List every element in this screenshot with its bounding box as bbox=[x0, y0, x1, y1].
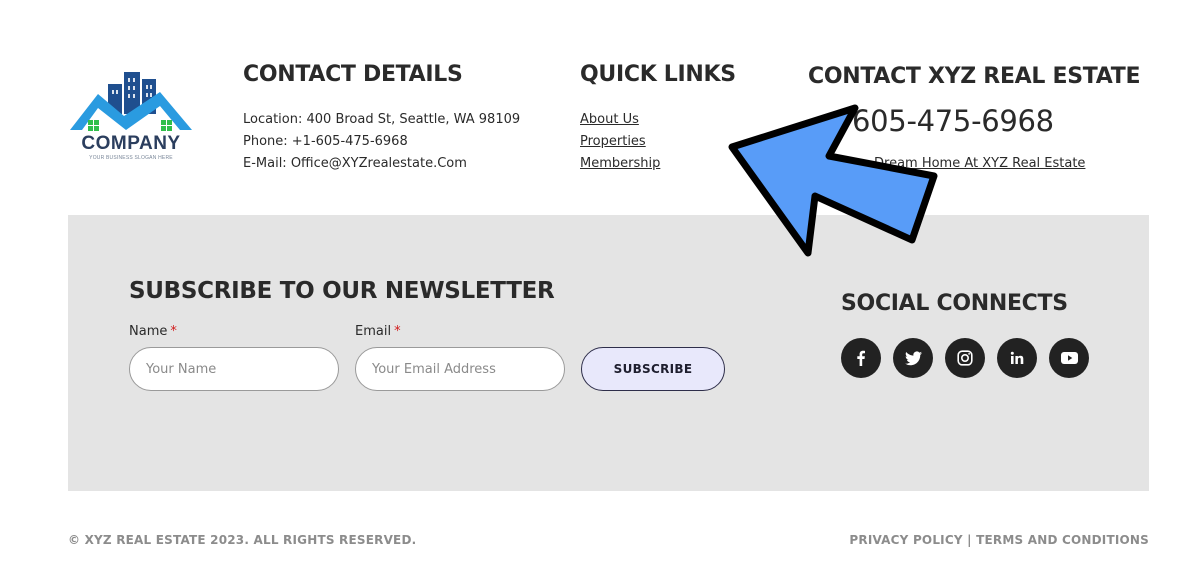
legal-separator: | bbox=[967, 533, 972, 547]
email-required-mark: * bbox=[394, 324, 401, 339]
contact-details-title: CONTACT DETAILS bbox=[243, 62, 463, 87]
youtube-icon[interactable] bbox=[1049, 338, 1089, 378]
terms-and-conditions-link[interactable]: TERMS AND CONDITIONS bbox=[976, 533, 1149, 547]
twitter-icon[interactable] bbox=[893, 338, 933, 378]
social-connects-title: SOCIAL CONNECTS bbox=[841, 291, 1068, 316]
subscribe-button[interactable]: SUBSCRIBE bbox=[581, 347, 725, 391]
name-input[interactable] bbox=[129, 347, 339, 391]
email-label: Email * bbox=[355, 324, 401, 339]
company-logo-mark bbox=[70, 72, 192, 131]
link-membership[interactable]: Membership bbox=[580, 156, 660, 171]
legal-links: PRIVACY POLICY | TERMS AND CONDITIONS bbox=[849, 533, 1149, 547]
newsletter-title: SUBSCRIBE TO OUR NEWSLETTER bbox=[129, 278, 555, 304]
name-label-text: Name bbox=[129, 324, 168, 339]
linkedin-icon[interactable] bbox=[997, 338, 1037, 378]
company-logo[interactable]: COMPANY YOUR BUSINESS SLOGAN HERE bbox=[68, 70, 194, 166]
link-properties[interactable]: Properties bbox=[580, 134, 646, 149]
quick-links-title: QUICK LINKS bbox=[580, 62, 736, 87]
contact-xyz-title: CONTACT XYZ REAL ESTATE bbox=[808, 64, 1141, 89]
name-required-mark: * bbox=[170, 324, 177, 339]
contact-email: E-Mail: Office@XYZrealestate.Com bbox=[243, 156, 467, 171]
email-label-text: Email bbox=[355, 324, 392, 339]
contact-phone: Phone: +1-605-475-6968 bbox=[243, 134, 408, 149]
contact-xyz-phone[interactable]: 605-475-6968 bbox=[852, 104, 1054, 138]
contact-location: Location: 400 Broad St, Seattle, WA 9810… bbox=[243, 112, 521, 127]
facebook-icon[interactable] bbox=[841, 338, 881, 378]
logo-slogan: YOUR BUSINESS SLOGAN HERE bbox=[89, 155, 173, 161]
privacy-policy-link[interactable]: PRIVACY POLICY bbox=[849, 533, 962, 547]
link-about-us[interactable]: About Us bbox=[580, 112, 639, 127]
contact-xyz-tagline-link[interactable]: Dream Home At XYZ Real Estate bbox=[874, 156, 1085, 171]
instagram-icon[interactable] bbox=[945, 338, 985, 378]
copyright-text: © XYZ REAL ESTATE 2023. ALL RIGHTS RESER… bbox=[68, 533, 417, 547]
logo-wordmark: COMPANY bbox=[81, 133, 181, 154]
email-input[interactable] bbox=[355, 347, 565, 391]
name-label: Name * bbox=[129, 324, 177, 339]
